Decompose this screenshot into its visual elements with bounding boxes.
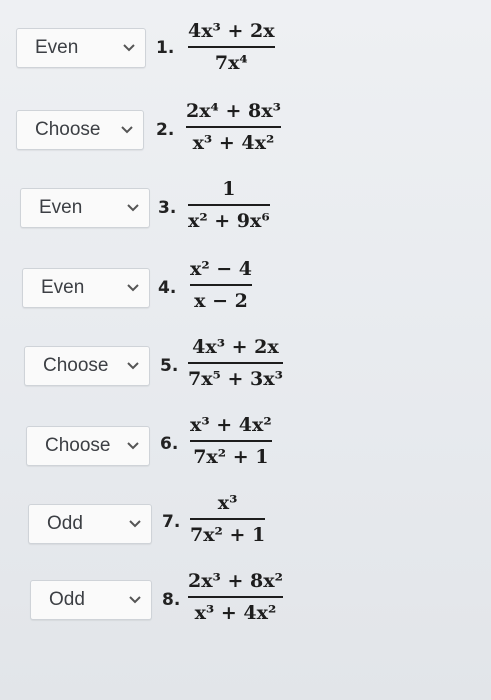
answer-select-6[interactable]: Choose [26, 426, 150, 466]
answer-select-2-value: Choose [35, 119, 101, 140]
fraction-bar-1 [188, 46, 275, 48]
expression-5: 4x³ + 2x 7x⁵ + 3x³ [188, 336, 283, 390]
denominator-1: 7x⁴ [214, 52, 248, 74]
answer-select-6-value: Choose [45, 435, 111, 456]
fraction-bar-8 [188, 596, 283, 598]
answer-select-3-value: Even [39, 197, 83, 218]
answer-select-8[interactable]: Odd [30, 580, 152, 620]
expression-3: 1 x² + 9x⁶ [188, 178, 270, 232]
expression-2: 2x⁴ + 8x³ x³ + 4x² [186, 100, 281, 154]
answer-select-5-value: Choose [43, 355, 109, 376]
denominator-4: x − 2 [194, 290, 248, 312]
answer-select-1-value: Even [35, 37, 79, 58]
question-number-1: 1. [156, 38, 175, 58]
fraction-bar-7 [190, 518, 266, 520]
denominator-3: x² + 9x⁶ [188, 210, 270, 232]
question-row-7: Odd 7. x³ 7x² + 1 [0, 492, 491, 552]
answer-select-3[interactable]: Even [20, 188, 150, 228]
numerator-4: x² − 4 [190, 258, 253, 280]
expression-6: x³ + 4x² 7x² + 1 [190, 414, 272, 468]
question-number-2: 2. [156, 120, 175, 140]
question-row-6: Choose 6. x³ + 4x² 7x² + 1 [0, 414, 491, 474]
fraction-bar-2 [186, 126, 281, 128]
numerator-1: 4x³ + 2x [188, 20, 275, 42]
chevron-down-icon [127, 516, 143, 532]
chevron-down-icon [125, 358, 141, 374]
denominator-6: 7x² + 1 [193, 446, 269, 468]
chevron-down-icon [119, 122, 135, 138]
denominator-5: 7x⁵ + 3x³ [188, 368, 283, 390]
expression-1: 4x³ + 2x 7x⁴ [188, 20, 275, 74]
fraction-bar-4 [190, 284, 253, 286]
question-sheet: Even 1. 4x³ + 2x 7x⁴ Choose 2. 2x⁴ + 8x³… [0, 0, 491, 700]
answer-select-5[interactable]: Choose [24, 346, 150, 386]
chevron-down-icon [125, 438, 141, 454]
answer-select-4[interactable]: Even [22, 268, 150, 308]
numerator-2: 2x⁴ + 8x³ [186, 100, 281, 122]
question-number-8: 8. [162, 590, 181, 610]
expression-4: x² − 4 x − 2 [190, 258, 253, 312]
question-number-6: 6. [160, 434, 179, 454]
question-number-4: 4. [158, 278, 177, 298]
question-row-3: Even 3. 1 x² + 9x⁶ [0, 178, 491, 238]
answer-select-7-value: Odd [47, 513, 83, 534]
question-row-2: Choose 2. 2x⁴ + 8x³ x³ + 4x² [0, 100, 491, 160]
question-row-8: Odd 8. 2x³ + 8x² x³ + 4x² [0, 570, 491, 630]
chevron-down-icon [125, 280, 141, 296]
answer-select-7[interactable]: Odd [28, 504, 152, 544]
answer-select-8-value: Odd [49, 589, 85, 610]
expression-7: x³ 7x² + 1 [190, 492, 266, 546]
expression-8: 2x³ + 8x² x³ + 4x² [188, 570, 283, 624]
denominator-7: 7x² + 1 [190, 524, 266, 546]
question-number-3: 3. [158, 198, 177, 218]
question-number-5: 5. [160, 356, 179, 376]
numerator-3: 1 [222, 178, 236, 200]
numerator-7: x³ [217, 492, 238, 514]
answer-select-2[interactable]: Choose [16, 110, 144, 150]
numerator-6: x³ + 4x² [190, 414, 272, 436]
fraction-bar-6 [190, 440, 272, 442]
question-row-4: Even 4. x² − 4 x − 2 [0, 258, 491, 318]
question-row-1: Even 1. 4x³ + 2x 7x⁴ [0, 20, 491, 80]
chevron-down-icon [127, 592, 143, 608]
answer-select-1[interactable]: Even [16, 28, 146, 68]
question-row-5: Choose 5. 4x³ + 2x 7x⁵ + 3x³ [0, 336, 491, 396]
denominator-2: x³ + 4x² [192, 132, 275, 154]
fraction-bar-3 [188, 204, 270, 206]
chevron-down-icon [121, 40, 137, 56]
numerator-8: 2x³ + 8x² [188, 570, 283, 592]
denominator-8: x³ + 4x² [194, 602, 277, 624]
numerator-5: 4x³ + 2x [192, 336, 279, 358]
answer-select-4-value: Even [41, 277, 85, 298]
question-number-7: 7. [162, 512, 181, 532]
fraction-bar-5 [188, 362, 283, 364]
chevron-down-icon [125, 200, 141, 216]
